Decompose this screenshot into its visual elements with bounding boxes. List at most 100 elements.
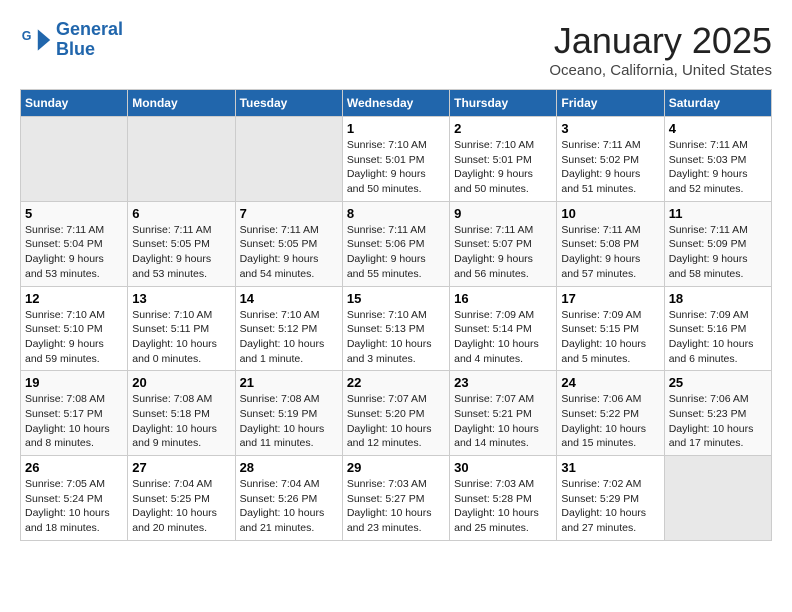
day-cell: 16Sunrise: 7:09 AMSunset: 5:14 PMDayligh… bbox=[450, 286, 557, 371]
day-cell: 9 Sunrise: 7:11 AMSunset: 5:07 PMDaylight… bbox=[450, 201, 557, 286]
day-number: 16 bbox=[454, 291, 552, 306]
svg-text:G: G bbox=[22, 29, 32, 43]
day-info: Sunrise: 7:02 AMSunset: 5:29 PMDaylight:… bbox=[561, 477, 659, 536]
day-info: Sunrise: 7:11 AMSunset: 5:05 PMDaylight:… bbox=[240, 223, 338, 282]
header-cell-thursday: Thursday bbox=[450, 90, 557, 117]
day-number: 24 bbox=[561, 375, 659, 390]
day-cell: 7 Sunrise: 7:11 AMSunset: 5:05 PMDaylight… bbox=[235, 201, 342, 286]
day-cell: 15Sunrise: 7:10 AMSunset: 5:13 PMDayligh… bbox=[342, 286, 449, 371]
day-info: Sunrise: 7:05 AMSunset: 5:24 PMDaylight:… bbox=[25, 477, 123, 536]
day-info: Sunrise: 7:07 AMSunset: 5:21 PMDaylight:… bbox=[454, 392, 552, 451]
logo-line2: Blue bbox=[56, 39, 95, 59]
day-number: 26 bbox=[25, 460, 123, 475]
header-cell-monday: Monday bbox=[128, 90, 235, 117]
week-row-5: 26 Sunrise: 7:05 AMSunset: 5:24 PMDayligh… bbox=[21, 456, 772, 541]
calendar-table: SundayMondayTuesdayWednesdayThursdayFrid… bbox=[20, 89, 772, 541]
day-cell: 11Sunrise: 7:11 AMSunset: 5:09 PMDayligh… bbox=[664, 201, 771, 286]
day-number: 2 bbox=[454, 121, 552, 136]
day-cell: 6 Sunrise: 7:11 AMSunset: 5:05 PMDaylight… bbox=[128, 201, 235, 286]
day-cell: 2 Sunrise: 7:10 AMSunset: 5:01 PMDaylight… bbox=[450, 117, 557, 202]
day-info: Sunrise: 7:11 AMSunset: 5:03 PMDaylight:… bbox=[669, 138, 767, 197]
day-cell: 5 Sunrise: 7:11 AMSunset: 5:04 PMDaylight… bbox=[21, 201, 128, 286]
day-cell bbox=[128, 117, 235, 202]
day-cell: 4 Sunrise: 7:11 AMSunset: 5:03 PMDaylight… bbox=[664, 117, 771, 202]
title-block: January 2025 Oceano, California, United … bbox=[549, 20, 772, 79]
day-number: 22 bbox=[347, 375, 445, 390]
day-number: 21 bbox=[240, 375, 338, 390]
logo: G General Blue bbox=[20, 20, 123, 60]
day-number: 28 bbox=[240, 460, 338, 475]
day-info: Sunrise: 7:04 AMSunset: 5:26 PMDaylight:… bbox=[240, 477, 338, 536]
day-cell bbox=[235, 117, 342, 202]
day-cell: 1 Sunrise: 7:10 AMSunset: 5:01 PMDaylight… bbox=[342, 117, 449, 202]
day-number: 27 bbox=[132, 460, 230, 475]
day-info: Sunrise: 7:09 AMSunset: 5:15 PMDaylight:… bbox=[561, 308, 659, 367]
day-info: Sunrise: 7:06 AMSunset: 5:23 PMDaylight:… bbox=[669, 392, 767, 451]
day-info: Sunrise: 7:10 AMSunset: 5:12 PMDaylight:… bbox=[240, 308, 338, 367]
header-cell-tuesday: Tuesday bbox=[235, 90, 342, 117]
page-header: G General Blue January 2025 Oceano, Cali… bbox=[20, 20, 772, 79]
header-cell-friday: Friday bbox=[557, 90, 664, 117]
day-cell: 21Sunrise: 7:08 AMSunset: 5:19 PMDayligh… bbox=[235, 371, 342, 456]
logo-line1: General bbox=[56, 19, 123, 39]
day-number: 3 bbox=[561, 121, 659, 136]
day-cell: 27 Sunrise: 7:04 AMSunset: 5:25 PMDayligh… bbox=[128, 456, 235, 541]
day-info: Sunrise: 7:10 AMSunset: 5:13 PMDaylight:… bbox=[347, 308, 445, 367]
day-number: 29 bbox=[347, 460, 445, 475]
day-number: 23 bbox=[454, 375, 552, 390]
day-number: 11 bbox=[669, 206, 767, 221]
day-info: Sunrise: 7:06 AMSunset: 5:22 PMDaylight:… bbox=[561, 392, 659, 451]
logo-icon: G bbox=[20, 24, 52, 56]
week-row-1: 1 Sunrise: 7:10 AMSunset: 5:01 PMDaylight… bbox=[21, 117, 772, 202]
day-number: 10 bbox=[561, 206, 659, 221]
day-cell: 20Sunrise: 7:08 AMSunset: 5:18 PMDayligh… bbox=[128, 371, 235, 456]
day-number: 5 bbox=[25, 206, 123, 221]
day-info: Sunrise: 7:10 AMSunset: 5:01 PMDaylight:… bbox=[454, 138, 552, 197]
day-number: 6 bbox=[132, 206, 230, 221]
day-number: 13 bbox=[132, 291, 230, 306]
day-cell: 22 Sunrise: 7:07 AMSunset: 5:20 PMDayligh… bbox=[342, 371, 449, 456]
day-cell: 24 Sunrise: 7:06 AMSunset: 5:22 PMDayligh… bbox=[557, 371, 664, 456]
day-number: 12 bbox=[25, 291, 123, 306]
day-cell: 23 Sunrise: 7:07 AMSunset: 5:21 PMDayligh… bbox=[450, 371, 557, 456]
day-info: Sunrise: 7:11 AMSunset: 5:04 PMDaylight:… bbox=[25, 223, 123, 282]
week-row-4: 19Sunrise: 7:08 AMSunset: 5:17 PMDayligh… bbox=[21, 371, 772, 456]
day-number: 8 bbox=[347, 206, 445, 221]
day-cell: 13 Sunrise: 7:10 AMSunset: 5:11 PMDayligh… bbox=[128, 286, 235, 371]
day-cell: 31 Sunrise: 7:02 AMSunset: 5:29 PMDayligh… bbox=[557, 456, 664, 541]
day-info: Sunrise: 7:11 AMSunset: 5:08 PMDaylight:… bbox=[561, 223, 659, 282]
day-info: Sunrise: 7:10 AMSunset: 5:11 PMDaylight:… bbox=[132, 308, 230, 367]
day-cell: 26 Sunrise: 7:05 AMSunset: 5:24 PMDayligh… bbox=[21, 456, 128, 541]
header-row: SundayMondayTuesdayWednesdayThursdayFrid… bbox=[21, 90, 772, 117]
day-info: Sunrise: 7:07 AMSunset: 5:20 PMDaylight:… bbox=[347, 392, 445, 451]
day-info: Sunrise: 7:09 AMSunset: 5:16 PMDaylight:… bbox=[669, 308, 767, 367]
day-cell: 25 Sunrise: 7:06 AMSunset: 5:23 PMDayligh… bbox=[664, 371, 771, 456]
day-number: 20 bbox=[132, 375, 230, 390]
week-row-2: 5 Sunrise: 7:11 AMSunset: 5:04 PMDaylight… bbox=[21, 201, 772, 286]
day-number: 1 bbox=[347, 121, 445, 136]
day-info: Sunrise: 7:11 AMSunset: 5:02 PMDaylight:… bbox=[561, 138, 659, 197]
day-number: 7 bbox=[240, 206, 338, 221]
day-cell bbox=[21, 117, 128, 202]
day-info: Sunrise: 7:11 AMSunset: 5:05 PMDaylight:… bbox=[132, 223, 230, 282]
logo-text: General Blue bbox=[56, 20, 123, 60]
week-row-3: 12Sunrise: 7:10 AMSunset: 5:10 PMDayligh… bbox=[21, 286, 772, 371]
day-number: 9 bbox=[454, 206, 552, 221]
day-info: Sunrise: 7:04 AMSunset: 5:25 PMDaylight:… bbox=[132, 477, 230, 536]
day-number: 25 bbox=[669, 375, 767, 390]
day-info: Sunrise: 7:11 AMSunset: 5:06 PMDaylight:… bbox=[347, 223, 445, 282]
day-number: 17 bbox=[561, 291, 659, 306]
day-number: 14 bbox=[240, 291, 338, 306]
day-info: Sunrise: 7:08 AMSunset: 5:17 PMDaylight:… bbox=[25, 392, 123, 451]
day-cell: 30Sunrise: 7:03 AMSunset: 5:28 PMDayligh… bbox=[450, 456, 557, 541]
header-cell-sunday: Sunday bbox=[21, 90, 128, 117]
location-subtitle: Oceano, California, United States bbox=[549, 62, 772, 79]
day-cell: 3 Sunrise: 7:11 AMSunset: 5:02 PMDaylight… bbox=[557, 117, 664, 202]
day-info: Sunrise: 7:10 AMSunset: 5:01 PMDaylight:… bbox=[347, 138, 445, 197]
day-number: 18 bbox=[669, 291, 767, 306]
day-cell: 10 Sunrise: 7:11 AMSunset: 5:08 PMDayligh… bbox=[557, 201, 664, 286]
day-info: Sunrise: 7:11 AMSunset: 5:07 PMDaylight:… bbox=[454, 223, 552, 282]
day-number: 4 bbox=[669, 121, 767, 136]
day-cell: 12Sunrise: 7:10 AMSunset: 5:10 PMDayligh… bbox=[21, 286, 128, 371]
day-number: 31 bbox=[561, 460, 659, 475]
